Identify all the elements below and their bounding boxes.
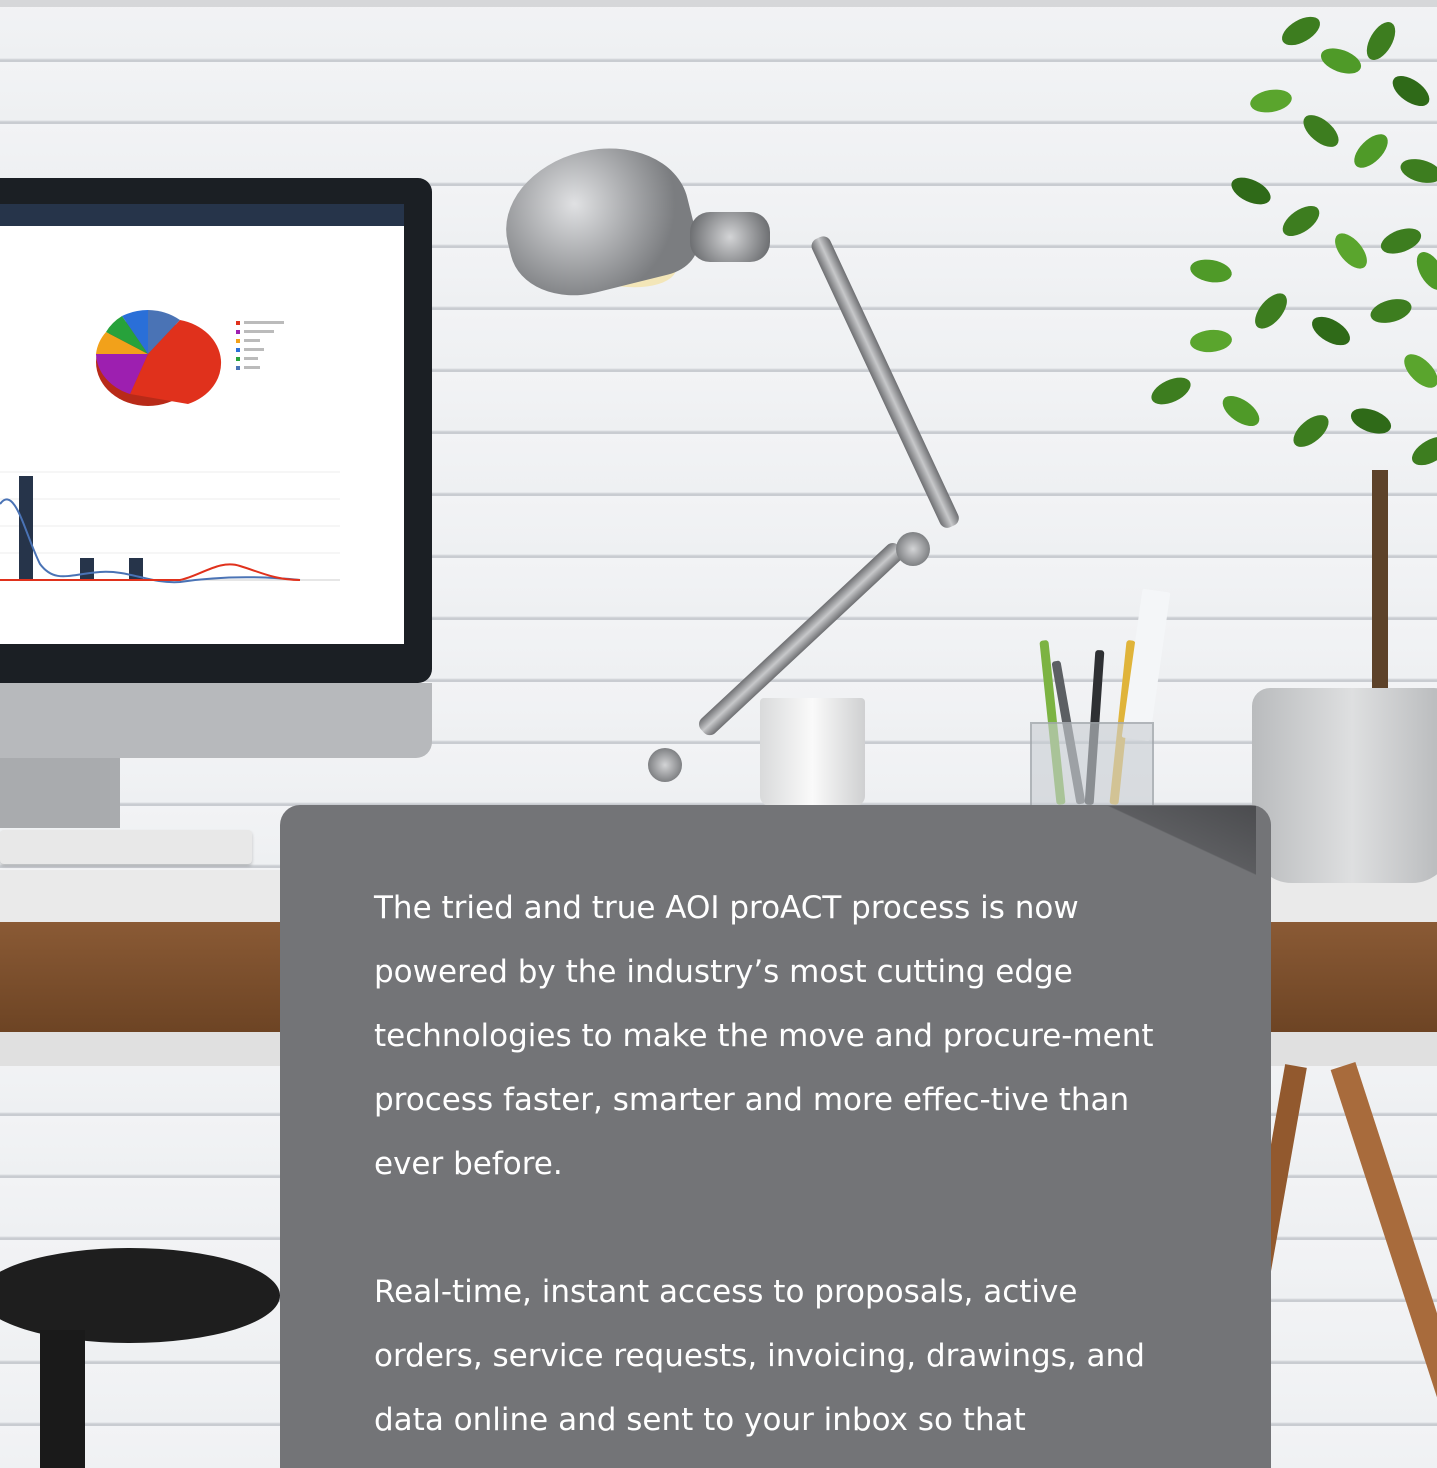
line-bar-chart-graphic: [0, 471, 340, 584]
features-paragraph: Real-time, instant access to proposals, …: [374, 1274, 1145, 1438]
lamp-elbow-joint: [896, 532, 930, 566]
coffee-mug: [760, 698, 865, 806]
pie-chart-graphic: [96, 310, 222, 406]
monitor-chin: [0, 683, 432, 758]
desktop-monitor: [0, 178, 432, 683]
stool-leg: [40, 1330, 85, 1468]
monitor-stand: [0, 758, 120, 828]
keyboard: [0, 830, 252, 864]
hero-scene: The tried and true AOI proACT process is…: [0, 0, 1437, 1468]
lamp-neck: [690, 212, 770, 262]
monitor-screen: [0, 204, 404, 644]
plant-pot: [1252, 688, 1437, 883]
screen-dashboard-graphics: [0, 310, 340, 584]
lamp-base-joint: [648, 748, 682, 782]
pencil-cup: [1030, 722, 1154, 810]
legend-graphic: [236, 321, 284, 370]
plant-foliage: [1130, 0, 1437, 530]
intro-paragraph: The tried and true AOI proACT process is…: [374, 890, 1154, 1182]
info-card-text: The tried and true AOI proACT process is…: [374, 876, 1174, 1452]
